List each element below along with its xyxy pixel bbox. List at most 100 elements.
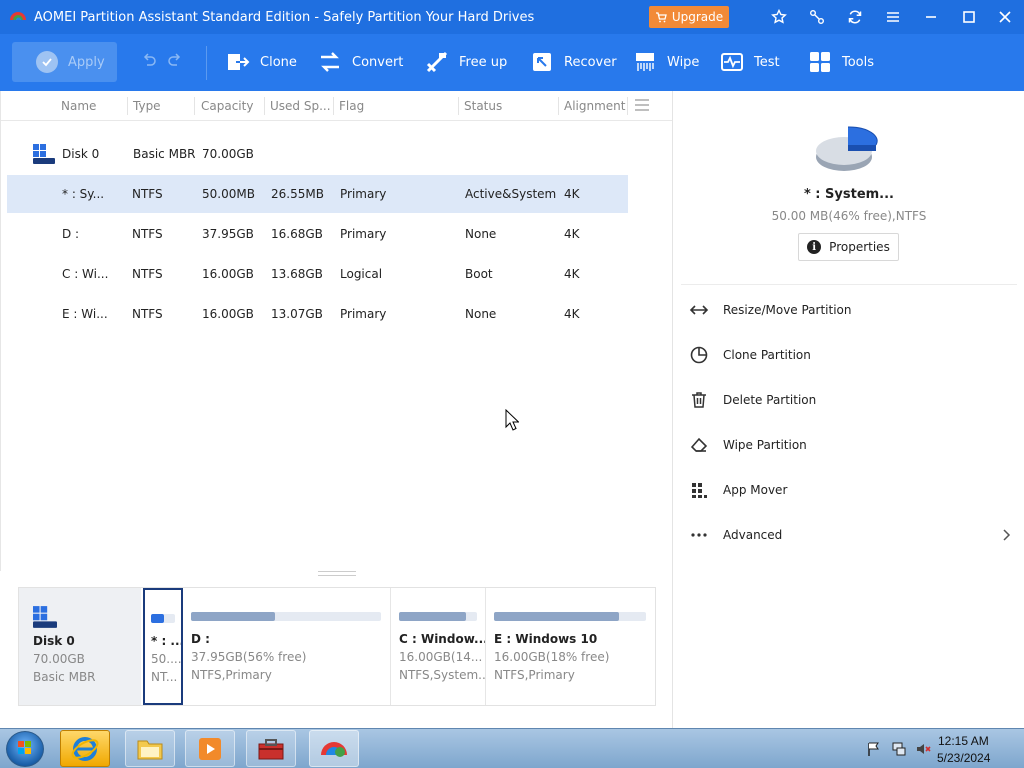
partition-usage-fill [399,612,467,621]
partition-alignment: 4K [564,267,580,281]
redo-icon[interactable] [166,52,184,70]
recover-icon [533,53,551,71]
start-button[interactable] [6,731,44,767]
title-bar: AOMEI Partition Assistant Standard Editi… [0,0,1024,34]
partition-name: * : Sy... [62,187,105,201]
column-header-type[interactable]: Type [133,99,161,113]
partition-map-name: D : [191,632,210,646]
favorite-star-icon[interactable] [769,7,789,27]
column-separator[interactable] [264,97,265,115]
tools-button[interactable]: Tools [808,49,874,75]
partition-alignment: 4K [564,187,580,201]
clock-time[interactable]: 12:15 AM [938,734,989,748]
column-menu-icon[interactable] [635,99,649,111]
tools-icon [810,52,830,72]
action-center-flag-icon[interactable] [866,741,882,757]
taskbar-media-player[interactable] [185,730,235,767]
partition-row-c[interactable]: C : Wi... NTFS 16.00GB 13.68GB Logical B… [7,255,628,293]
column-header-name[interactable]: Name [61,99,96,113]
taskbar-toolbox-app[interactable] [246,730,296,767]
aomei-logo-icon [10,12,26,20]
operation-label: Delete Partition [723,393,817,407]
partition-map-size: 16.00GB(18% free) [494,650,610,664]
disk-map-partition-system[interactable]: * : ... 50.... NT... [143,588,183,705]
taskbar-internet-explorer[interactable] [60,730,110,767]
partition-map-fs: NT... [151,670,178,684]
cart-icon [655,12,667,23]
column-separator[interactable] [194,97,195,115]
partition-flag: Primary [340,227,387,241]
apply-button[interactable]: Apply [12,42,117,82]
taskbar-file-explorer[interactable] [125,730,175,767]
clone-partition-item[interactable]: Clone Partition [689,343,1019,367]
undo-icon[interactable] [140,52,158,70]
details-panel: * : System... 50.00 MB(46% free),NTFS i … [672,91,1024,728]
partition-row-d[interactable]: D : NTFS 37.95GB 16.68GB Primary None 4K [7,215,628,253]
wipe-button[interactable]: Wipe [633,49,699,75]
app-mover-icon [692,483,707,498]
partition-type: NTFS [132,187,163,201]
disk-row[interactable]: Disk 0 Basic MBR 70.00GB [7,135,628,173]
minimize-icon[interactable] [921,7,941,27]
network-icon[interactable] [891,741,907,757]
partition-alignment: 4K [564,227,580,241]
trash-icon [692,392,706,408]
partition-map-name: C : Window... [399,632,486,646]
partition-row-e[interactable]: E : Wi... NTFS 16.00GB 13.07GB Primary N… [7,295,628,333]
disk-map-partition-e[interactable]: E : Windows 10 16.00GB(18% free) NTFS,Pr… [486,588,655,705]
chevron-right-icon [1003,529,1011,541]
convert-button[interactable]: Convert [318,49,403,75]
resize-move-partition-item[interactable]: Resize/Move Partition [689,298,1019,322]
advanced-item[interactable]: Advanced [689,523,1019,547]
disk-map-partition-d[interactable]: D : 37.95GB(56% free) NTFS,Primary [183,588,391,705]
column-separator[interactable] [127,97,128,115]
column-header-used-space[interactable]: Used Sp... [270,99,331,113]
partition-used: 26.55MB [271,187,324,201]
column-separator[interactable] [558,97,559,115]
partition-capacity: 50.00MB [202,187,255,201]
clone-button[interactable]: Clone [226,49,297,75]
properties-label: Properties [829,240,890,254]
partition-pie-icon [816,126,878,171]
disk-map-disk-info[interactable]: Disk 0 70.00GB Basic MBR [19,588,141,705]
panel-splitter-handle[interactable] [318,571,356,576]
partition-status: Active&System [465,187,557,201]
taskbar-aomei-partition-assistant[interactable] [309,730,359,767]
maximize-icon[interactable] [959,7,979,27]
partition-usage-bar [399,612,477,621]
details-divider [681,284,1017,285]
column-separator[interactable] [458,97,459,115]
aomei-app-icon [321,741,347,757]
menu-icon[interactable] [883,7,903,27]
disk-map-partition-c[interactable]: C : Window... 16.00GB(14... NTFS,System.… [391,588,486,705]
convert-label: Convert [352,54,404,70]
wipe-partition-item[interactable]: Wipe Partition [689,433,1019,457]
refresh-icon[interactable] [845,7,865,27]
convert-icon [321,52,339,72]
column-header-alignment[interactable]: Alignment [564,99,625,113]
partition-flag: Primary [340,307,387,321]
test-button[interactable]: Test [720,49,780,75]
recover-button[interactable]: Recover [530,49,617,75]
upgrade-button[interactable]: Upgrade [649,6,729,28]
share-icon[interactable] [807,7,827,27]
selected-partition-name: * : System... [803,187,895,202]
column-header-status[interactable]: Status [464,99,502,113]
operation-label: App Mover [723,483,788,497]
column-separator[interactable] [333,97,334,115]
properties-button[interactable]: i Properties [798,233,899,261]
partition-row-system[interactable]: * : Sy... NTFS 50.00MB 26.55MB Primary A… [7,175,628,213]
wipe-label: Wipe [667,54,700,70]
column-header-flag[interactable]: Flag [339,99,364,113]
close-icon[interactable] [995,7,1015,27]
partition-list-panel: Name Type Capacity Used Sp... Flag Statu… [0,91,673,571]
volume-muted-icon[interactable] [915,741,931,757]
taskbar: 12:15 AM 5/23/2024 [0,728,1024,768]
free-up-button[interactable]: Free up [425,49,507,75]
app-mover-item[interactable]: App Mover [689,478,1019,502]
column-separator[interactable] [627,97,628,115]
column-header-capacity[interactable]: Capacity [201,99,253,113]
clock-date[interactable]: 5/23/2024 [937,751,990,765]
disk-name: Disk 0 [62,147,100,161]
delete-partition-item[interactable]: Delete Partition [689,388,1019,412]
